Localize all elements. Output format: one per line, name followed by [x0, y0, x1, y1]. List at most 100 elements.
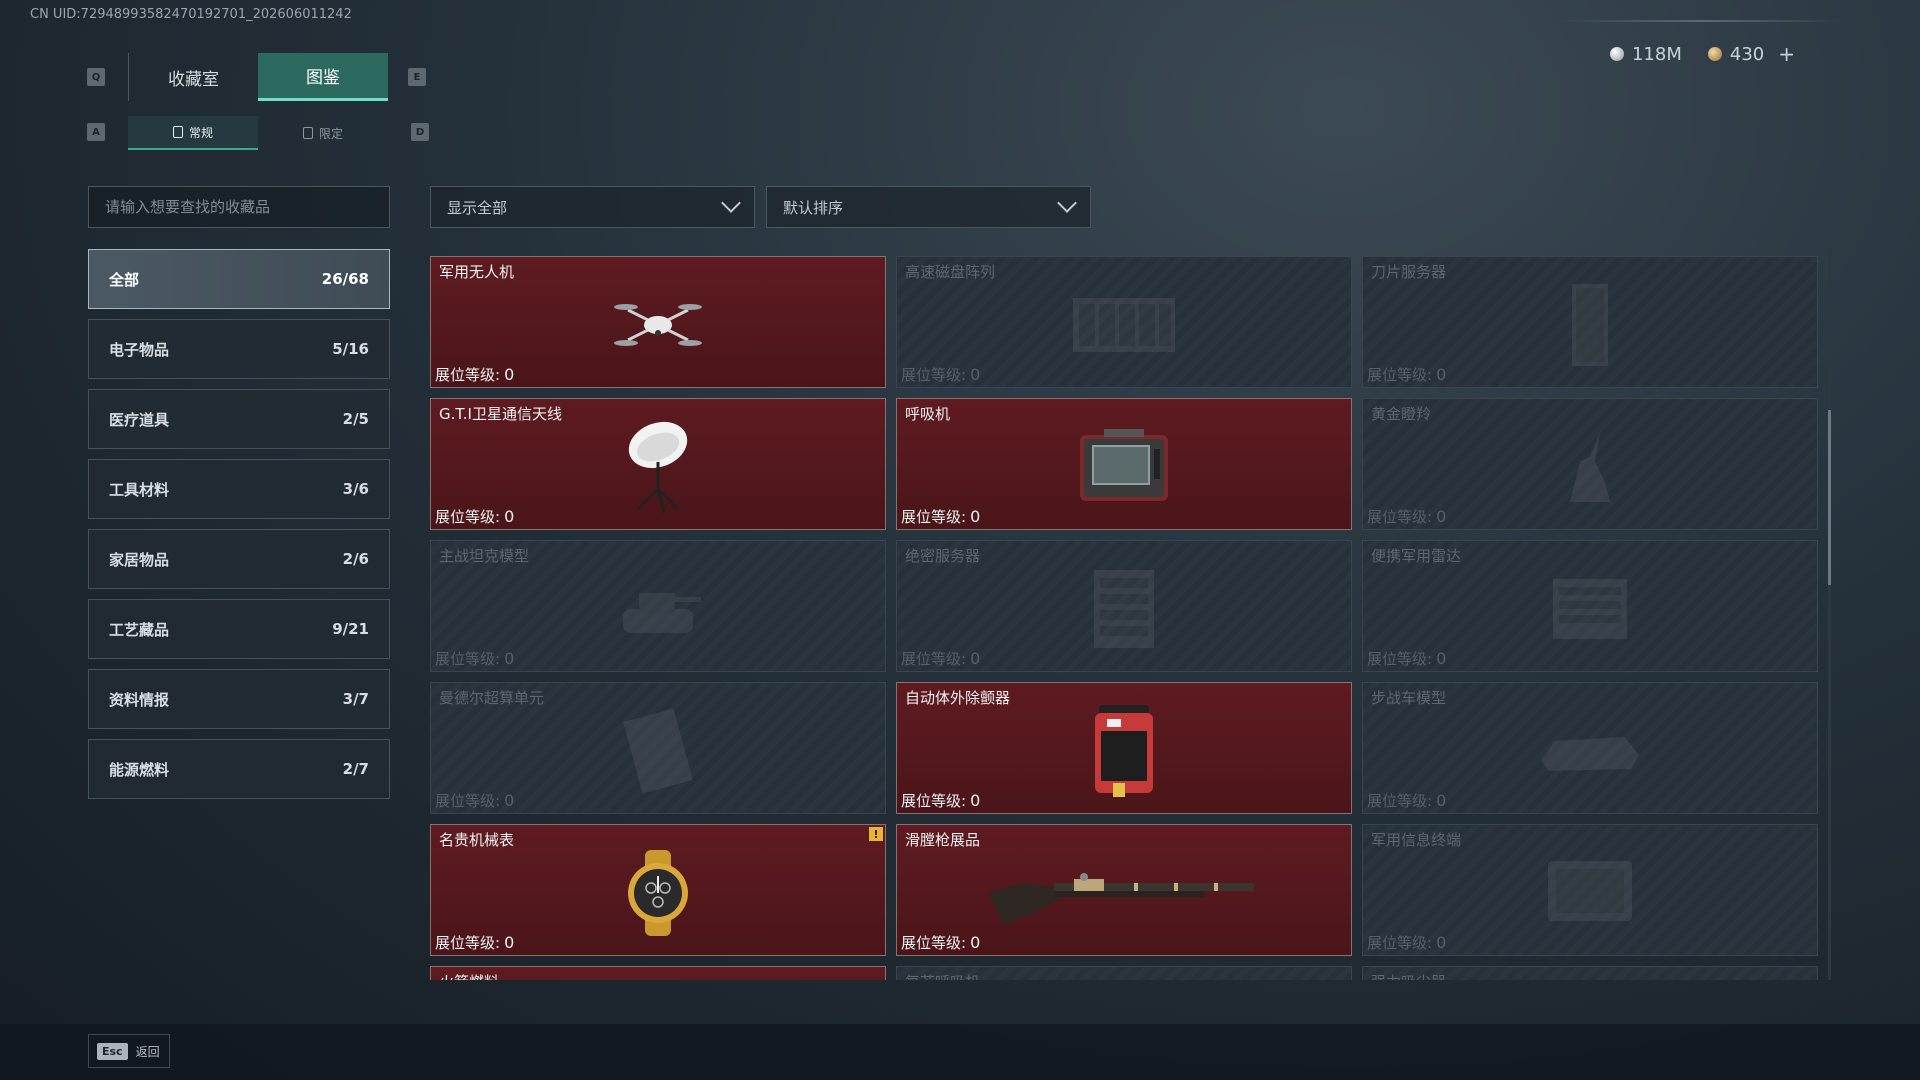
collection-card[interactable]: 复苏呼吸机展位等级:0 — [896, 966, 1352, 980]
booth-level: 展位等级: 0 — [435, 648, 514, 669]
booth-level-value: 0 — [970, 791, 981, 810]
drone-icon — [608, 285, 708, 369]
collection-card[interactable]: 自动体外除颤器 展位等级: 0 — [896, 682, 1352, 814]
search-input[interactable] — [88, 186, 390, 228]
collection-card[interactable]: 滑膛枪展品 展位等级: 0 — [896, 824, 1352, 956]
booth-level: 展位等级: 0 — [1367, 506, 1446, 527]
tab-collection-room[interactable]: 收藏室 — [128, 53, 258, 101]
category-label: 工艺藏品 — [109, 620, 170, 639]
booth-level-value: 0 — [970, 649, 981, 668]
collection-card[interactable]: 主战坦克模型 展位等级: 0 — [430, 540, 886, 672]
category-medical[interactable]: 医疗道具 2/5 — [88, 389, 390, 449]
key-hint-a: A — [87, 123, 105, 141]
category-count: 5/16 — [332, 340, 369, 358]
limited-icon — [302, 127, 313, 139]
esc-key-icon: Esc — [97, 1042, 128, 1060]
filter-dropdown[interactable]: 显示全部 — [430, 186, 755, 228]
item-grid-viewport[interactable]: 军用无人机 展位等级: 0 高速磁盘阵列 展位等级: 0 刀片服务器 展位等级: 0 G.T.I卫… — [430, 256, 1820, 980]
booth-level-label: 展位等级: — [1367, 650, 1433, 668]
sort-dropdown[interactable]: 默认排序 — [766, 186, 1091, 228]
collection-card[interactable]: 火箭燃料展位等级:0 — [430, 966, 886, 980]
defibrillator-icon — [1089, 701, 1159, 805]
collection-card[interactable]: 曼德尔超算单元展位等级: 0 — [430, 682, 886, 814]
collection-card[interactable]: 高速磁盘阵列 展位等级: 0 — [896, 256, 1352, 388]
booth-level: 展位等级: 0 — [901, 648, 980, 669]
sub-tabs: 常规 限定 — [128, 116, 388, 150]
booth-level: 展位等级: 0 — [901, 364, 980, 385]
category-energy[interactable]: 能源燃料 2/7 — [88, 739, 390, 799]
category-tools[interactable]: 工具材料 3/6 — [88, 459, 390, 519]
booth-level-value: 0 — [1436, 649, 1447, 668]
booth-level-value: 0 — [970, 507, 981, 526]
collection-card[interactable]: 黄金瞪羚展位等级: 0 — [1362, 398, 1818, 530]
booth-level: 展位等级: 0 — [1367, 364, 1446, 385]
back-button[interactable]: Esc 返回 — [88, 1034, 170, 1068]
card-title: 名贵机械表 — [439, 831, 515, 849]
collection-card[interactable]: G.T.I卫星通信天线 展位等级: 0 — [430, 398, 886, 530]
card-title: 军用无人机 — [439, 263, 515, 281]
card-title: 滑膛枪展品 — [905, 831, 981, 849]
card-title: 火箭燃料 — [439, 971, 499, 980]
card-title: 步战车模型 — [1371, 689, 1447, 707]
category-intel[interactable]: 资料情报 3/7 — [88, 669, 390, 729]
collection-card[interactable]: 强力吸尘器展位等级:0 — [1362, 966, 1818, 980]
collection-card[interactable]: 便携军用雷达 展位等级: 0 — [1362, 540, 1818, 672]
back-label: 返回 — [135, 1044, 160, 1059]
collection-card[interactable]: 军用无人机 展位等级: 0 — [430, 256, 886, 388]
category-count: 2/5 — [342, 410, 369, 428]
booth-level-label: 展位等级: — [901, 650, 967, 668]
booth-level-value: 0 — [1436, 791, 1447, 810]
gold-amount: 430 — [1729, 43, 1765, 65]
card-title: 强力吸尘器 — [1371, 971, 1446, 980]
category-count: 3/6 — [342, 480, 369, 498]
booth-level-value: 0 — [504, 791, 515, 810]
card-title: 曼德尔超算单元 — [439, 689, 545, 707]
scrollbar-thumb[interactable] — [1828, 410, 1831, 585]
card-title: 复苏呼吸机 — [905, 971, 980, 980]
scrollbar-track[interactable] — [1828, 250, 1831, 980]
subtab-regular[interactable]: 常规 — [128, 116, 258, 150]
chevron-down-icon — [721, 193, 741, 213]
gold-currency[interactable]: 430 + — [1707, 42, 1795, 66]
booth-level-label: 展位等级: — [901, 792, 967, 810]
top-decoration-line — [1560, 20, 1845, 22]
category-electronics[interactable]: 电子物品 5/16 — [88, 319, 390, 379]
silver-currency: 118M — [1609, 44, 1682, 65]
booth-level-value: 0 — [504, 365, 515, 384]
sort-dropdown-value: 默认排序 — [783, 198, 844, 217]
category-label: 工具材料 — [109, 480, 170, 499]
collection-card[interactable]: 呼吸机 展位等级: 0 — [896, 398, 1352, 530]
subtab-regular-label: 常规 — [188, 125, 213, 140]
subtab-limited[interactable]: 限定 — [258, 116, 388, 150]
subtab-limited-label: 限定 — [318, 126, 343, 141]
category-crafts[interactable]: 工艺藏品 9/21 — [88, 599, 390, 659]
card-title: 绝密服务器 — [905, 547, 981, 565]
ventilator-icon — [1074, 425, 1174, 513]
collection-card[interactable]: 步战车模型展位等级: 0 — [1362, 682, 1818, 814]
card-title: 呼吸机 — [905, 405, 951, 423]
booth-level: 展位等级: 0 — [1367, 790, 1446, 811]
booth-level-value: 0 — [970, 933, 981, 952]
terminal-icon — [1540, 853, 1640, 937]
booth-level-label: 展位等级: — [435, 792, 501, 810]
collection-card[interactable]: 绝密服务器展位等级: 0 — [896, 540, 1352, 672]
watch-icon — [613, 848, 703, 942]
add-currency-button[interactable]: + — [1778, 42, 1795, 66]
card-title: 黄金瞪羚 — [1371, 405, 1432, 423]
regular-icon — [172, 126, 183, 138]
category-household[interactable]: 家居物品 2/6 — [88, 529, 390, 589]
booth-level: 展位等级: 0 — [435, 790, 514, 811]
satellite-dish-icon — [618, 417, 698, 521]
main-tabs: 收藏室 图鉴 — [128, 53, 388, 101]
item-grid: 军用无人机 展位等级: 0 高速磁盘阵列 展位等级: 0 刀片服务器 展位等级: 0 G.T.I卫… — [430, 256, 1820, 980]
collection-card[interactable]: 军用信息终端 展位等级: 0 — [1362, 824, 1818, 956]
category-all[interactable]: 全部 26/68 — [88, 249, 390, 309]
card-title: 刀片服务器 — [1371, 263, 1447, 281]
collection-card[interactable]: 刀片服务器展位等级: 0 — [1362, 256, 1818, 388]
tab-catalog[interactable]: 图鉴 — [258, 53, 388, 101]
footer-bar — [0, 1024, 1920, 1080]
collection-card[interactable]: 名贵机械表 展位等级: 0! — [430, 824, 886, 956]
booth-level-value: 0 — [1436, 365, 1447, 384]
chevron-down-icon — [1057, 193, 1077, 213]
category-count: 9/21 — [332, 620, 369, 638]
